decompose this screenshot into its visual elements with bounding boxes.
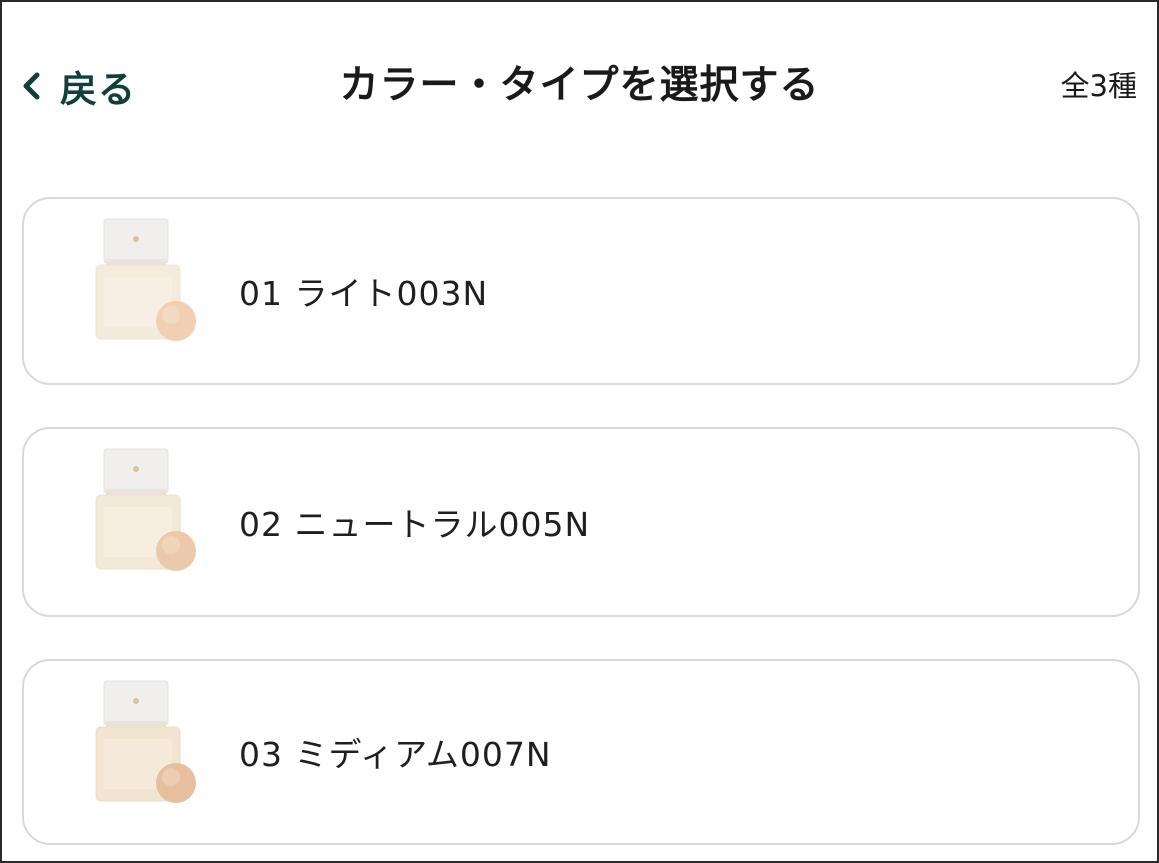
color-type-list: 01 ライト003N 02 ニュートラル005N 03 ミディアム007N	[22, 197, 1140, 845]
screen-frame: 戻る カラー・タイプを選択する 全3種 01 ライト003N 02 ニュートラル…	[0, 0, 1159, 863]
color-option-card[interactable]: 02 ニュートラル005N	[22, 427, 1140, 617]
color-option-label: 02 ニュートラル005N	[239, 505, 591, 544]
color-option-card[interactable]: 01 ライト003N	[22, 197, 1140, 385]
product-thumbnail	[82, 445, 212, 579]
product-thumbnail	[82, 677, 212, 811]
color-option-label: 03 ミディアム007N	[239, 735, 552, 774]
color-option-card[interactable]: 03 ミディアム007N	[22, 659, 1140, 845]
color-option-label: 01 ライト003N	[239, 274, 489, 313]
item-count: 全3種	[1060, 69, 1137, 103]
page-title: カラー・タイプを選択する	[339, 63, 820, 108]
header: 戻る カラー・タイプを選択する 全3種	[2, 2, 1157, 167]
product-thumbnail	[82, 215, 212, 349]
